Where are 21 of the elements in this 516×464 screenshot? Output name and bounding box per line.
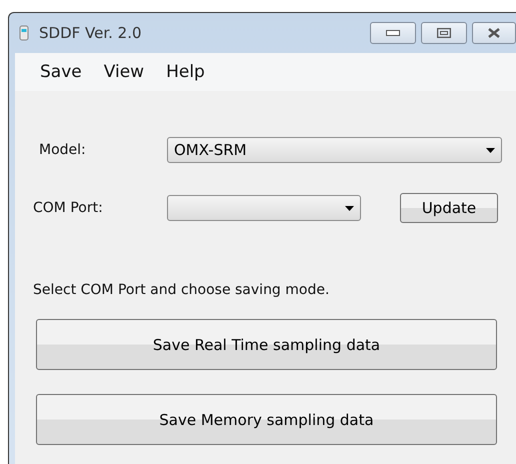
save-button[interactable]: Save Real Time sampling data bbox=[36, 319, 497, 370]
update-button[interactable]: Update bbox=[400, 193, 498, 223]
window-title: SDDF Ver. 2.0 bbox=[39, 24, 142, 42]
close-button[interactable] bbox=[472, 22, 516, 44]
close-icon bbox=[487, 28, 501, 38]
menu-item[interactable]: View bbox=[92, 62, 156, 82]
minimize-icon bbox=[386, 30, 400, 36]
dropdown-arrow-icon bbox=[345, 206, 354, 210]
save-button[interactable]: Save Memory sampling data bbox=[36, 394, 497, 445]
field-label: COM Port: bbox=[33, 200, 104, 216]
model-dropdown[interactable]: OMX-SRM bbox=[167, 137, 502, 163]
maximize-icon bbox=[437, 28, 451, 38]
phone-icon bbox=[19, 25, 29, 41]
minimize-button[interactable] bbox=[370, 22, 416, 44]
maximize-button[interactable] bbox=[421, 22, 467, 44]
instruction-text: Select COM Port and choose saving mode. bbox=[33, 282, 330, 298]
field-label: Model: bbox=[38, 142, 87, 158]
com-port-dropdown[interactable] bbox=[167, 195, 361, 221]
dropdown-arrow-icon bbox=[486, 148, 495, 152]
menu-item[interactable]: Save bbox=[29, 62, 93, 82]
menu-item[interactable]: Help bbox=[155, 62, 216, 82]
